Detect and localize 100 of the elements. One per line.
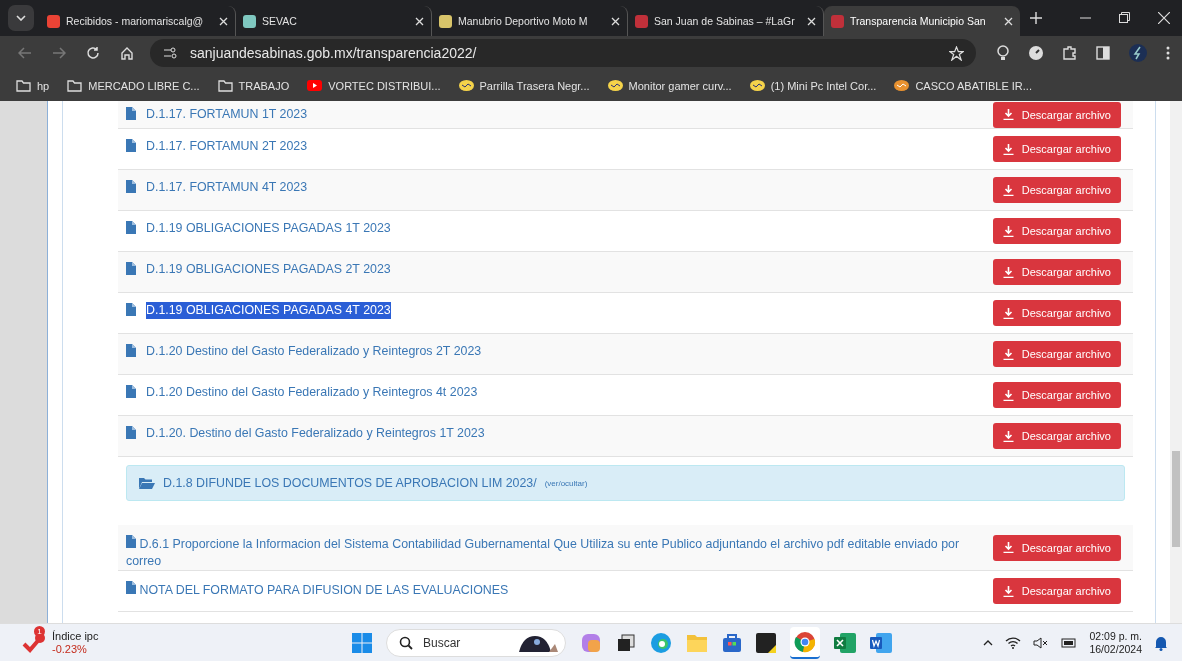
file-icon — [126, 303, 136, 316]
folder-title[interactable]: D.1.8 DIFUNDE LOS DOCUMENTOS DE APROBACION LIM 2023/ — [163, 476, 537, 490]
download-icon — [1002, 430, 1014, 442]
restore-icon[interactable] — [1119, 12, 1130, 23]
download-button[interactable]: Descargar archivo — [992, 101, 1121, 128]
task-view-icon[interactable] — [616, 632, 636, 653]
home-icon[interactable] — [120, 46, 134, 60]
chrome-taskbar-button[interactable] — [790, 626, 820, 659]
document-link[interactable]: D.6.1 Proporcione la Informacion del Sistema Contabilidad Gubernamental Que Utiliza su ente Publico adjuntando el archivo pdf editable enviado por correo — [126, 534, 963, 570]
chevron-up-icon[interactable] — [983, 639, 994, 646]
download-button[interactable]: Descargar archivo — [992, 423, 1121, 449]
file-icon — [126, 385, 136, 398]
folder-icon — [16, 79, 31, 92]
folder-open-icon — [139, 477, 155, 489]
forward-arrow-icon[interactable] — [52, 47, 66, 59]
scrollbar[interactable] — [1170, 101, 1182, 623]
bookmark[interactable]: CASCO ABATIBLE IR... — [894, 79, 1032, 92]
download-button[interactable]: Descargar archivo — [992, 534, 1121, 561]
download-button[interactable]: Descargar archivo — [992, 136, 1121, 162]
excel-icon[interactable] — [834, 632, 856, 653]
windows-start-icon[interactable] — [352, 632, 372, 653]
download-icon — [1002, 348, 1014, 360]
address-bar[interactable]: sanjuandesabinas.gob.mx/transparencia2022/ — [150, 39, 976, 67]
download-icon — [1002, 225, 1014, 237]
folder-panel[interactable]: D.1.8 DIFUNDE LOS DOCUMENTOS DE APROBACION LIM 2023/ (ver/ocultar) — [126, 465, 1125, 501]
file-icon — [126, 344, 136, 357]
download-icon — [1002, 389, 1014, 401]
browser-tab[interactable]: Transparencia Municipio San — [824, 6, 1020, 36]
copilot-icon[interactable] — [580, 631, 602, 654]
lightbulb-icon[interactable] — [996, 45, 1010, 61]
file-icon — [126, 262, 136, 275]
bookmark[interactable]: (1) Mini Pc Intel Cor... — [749, 79, 877, 92]
site-icon — [831, 14, 844, 28]
download-button[interactable]: Descargar archivo — [992, 218, 1121, 244]
document-link[interactable]: D.1.19 OBLIGACIONES PAGADAS 1T 2023 — [146, 220, 391, 237]
edge-browser-icon[interactable] — [650, 631, 672, 654]
download-button[interactable]: Descargar archivo — [992, 300, 1121, 326]
close-icon[interactable] — [611, 16, 620, 26]
download-icon — [1002, 307, 1014, 319]
document-link[interactable]: D.1.17. FORTAMUN 2T 2023 — [146, 138, 308, 155]
word-icon[interactable] — [870, 632, 892, 653]
download-button[interactable]: Descargar archivo — [992, 578, 1121, 604]
download-button[interactable]: Descargar archivo — [992, 341, 1121, 367]
bookmark[interactable]: Monitor gamer curv... — [607, 79, 732, 92]
battery-icon[interactable] — [1061, 636, 1078, 649]
close-icon[interactable] — [219, 16, 228, 26]
new-tab-icon[interactable] — [1030, 12, 1042, 24]
document-link[interactable]: D.1.17. FORTAMUN 1T 2023 — [146, 106, 308, 123]
close-icon[interactable] — [1004, 16, 1013, 26]
file-icon — [126, 221, 136, 234]
profile-avatar-icon[interactable] — [1128, 43, 1148, 63]
download-button[interactable]: Descargar archivo — [992, 382, 1121, 408]
document-link[interactable]: NOTA DEL FORMATO PARA DIFUSION DE LAS EVALUACIONES — [126, 580, 509, 599]
gauge-icon[interactable] — [1028, 45, 1044, 61]
download-button[interactable]: Descargar archivo — [992, 259, 1121, 285]
close-icon[interactable] — [1158, 12, 1170, 24]
menu-icon[interactable] — [1166, 46, 1170, 60]
back-arrow-icon[interactable] — [18, 47, 32, 59]
download-icon — [1002, 585, 1014, 597]
file-icon — [126, 107, 136, 120]
document-link[interactable]: D.1.17. FORTAMUN 4T 2023 — [146, 179, 308, 196]
notification-badge: 1 — [34, 625, 45, 637]
chrome-icon — [794, 630, 816, 653]
extensions-icon[interactable] — [1062, 45, 1078, 61]
speaker-muted-icon[interactable] — [1033, 636, 1050, 649]
document-link[interactable]: D.1.19 OBLIGACIONES PAGADAS 4T 2023 — [146, 302, 391, 319]
close-icon[interactable] — [415, 16, 424, 26]
document-link[interactable]: D.1.20 Destino del Gasto Federalizado y Reintegros 4t 2023 — [146, 384, 478, 401]
clock[interactable]: 02:09 p. m. 16/02/2024 — [1089, 629, 1142, 656]
wifi-icon[interactable] — [1005, 636, 1022, 649]
document-link[interactable]: D.1.19 OBLIGACIONES PAGADAS 2T 2023 — [146, 261, 391, 278]
side-panel-icon[interactable] — [1096, 46, 1110, 60]
bookmark[interactable]: TRABAJO — [217, 79, 290, 92]
download-icon — [1002, 184, 1014, 196]
store-bag-icon[interactable] — [722, 632, 742, 653]
download-icon — [1002, 542, 1014, 553]
site-settings-icon[interactable] — [162, 46, 178, 60]
toggle-link[interactable]: (ver/ocultar) — [544, 478, 588, 488]
site-icon — [47, 14, 60, 28]
tab-list-button[interactable] — [8, 5, 34, 31]
search-field[interactable]: Buscar — [386, 628, 566, 657]
download-icon — [1002, 143, 1014, 155]
star-icon[interactable] — [949, 45, 964, 61]
file-icon — [126, 581, 136, 594]
bookmark[interactable]: MERCADO LIBRE C... — [67, 79, 200, 92]
document-link[interactable]: D.1.20. Destino del Gasto Federalizado y Reintegros 1T 2023 — [146, 425, 485, 442]
document-link[interactable]: D.1.20 Destino del Gasto Federalizado y Reintegros 2T 2023 — [146, 343, 482, 360]
sticky-note-icon[interactable] — [756, 632, 776, 653]
file-icon — [126, 139, 136, 152]
reload-icon[interactable] — [86, 46, 100, 60]
bell-icon[interactable] — [1154, 634, 1168, 651]
site-icon — [243, 14, 256, 28]
folder-icon — [67, 79, 83, 92]
widget-value: -0.23% — [52, 642, 88, 656]
chevron-down-icon — [16, 15, 26, 21]
bookmark[interactable]: hp — [16, 79, 50, 92]
close-icon[interactable] — [807, 16, 816, 26]
download-button[interactable]: Descargar archivo — [992, 177, 1121, 203]
bookmark[interactable]: Parrilla Trasera Negr... — [458, 79, 590, 92]
bookmark[interactable]: VORTEC DISTRIBUI... — [307, 79, 441, 92]
